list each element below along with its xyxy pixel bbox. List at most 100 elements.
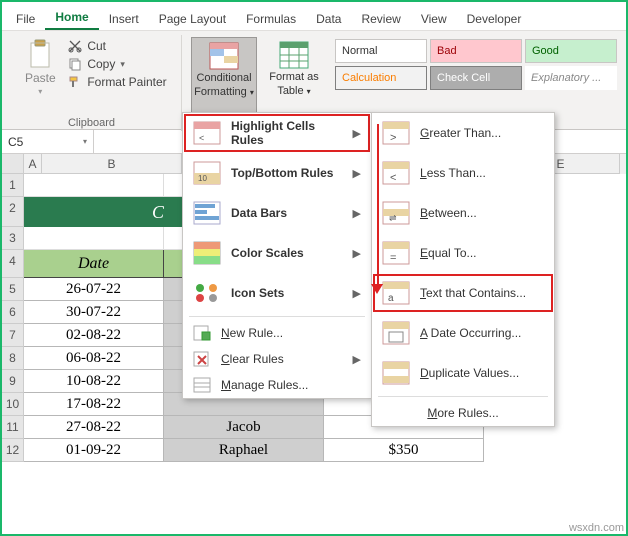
chevron-right-icon: ▶ bbox=[353, 247, 361, 260]
format-painter-button[interactable]: Format Painter bbox=[68, 75, 166, 89]
cell[interactable]: Jacob bbox=[164, 416, 324, 439]
cell[interactable]: 02-08-22 bbox=[24, 324, 164, 347]
submenu-date-occurring[interactable]: A Date Occurring... bbox=[372, 313, 554, 353]
cell[interactable]: 17-08-22 bbox=[24, 393, 164, 416]
menu-clear-rules[interactable]: Clear Rules ▶ bbox=[183, 346, 371, 372]
tab-page-layout[interactable]: Page Layout bbox=[149, 7, 236, 30]
submenu-greater-than[interactable]: > Greater Than... bbox=[372, 113, 554, 153]
cell[interactable]: 27-08-22 bbox=[24, 416, 164, 439]
style-calculation[interactable]: Calculation bbox=[335, 66, 427, 90]
style-check-cell[interactable]: Check Cell bbox=[430, 66, 522, 90]
style-explanatory[interactable]: Explanatory ... bbox=[525, 66, 617, 90]
format-painter-label: Format Painter bbox=[87, 75, 166, 89]
svg-text:⇌: ⇌ bbox=[389, 213, 397, 223]
paste-label: Paste bbox=[25, 71, 56, 85]
tab-data[interactable]: Data bbox=[306, 7, 351, 30]
menu-highlight-cells-rules[interactable]: < Highlight Cells Rules ▶ bbox=[183, 113, 371, 153]
menu-data-bars[interactable]: Data Bars ▶ bbox=[183, 193, 371, 233]
row-header[interactable]: 10 bbox=[2, 393, 24, 416]
cell[interactable] bbox=[24, 174, 164, 197]
menu-label: Icon Sets bbox=[231, 286, 284, 300]
tab-developer[interactable]: Developer bbox=[457, 7, 532, 30]
row-header[interactable]: 6 bbox=[2, 301, 24, 324]
submenu-more-rules[interactable]: More Rules... bbox=[372, 400, 554, 426]
tab-file[interactable]: File bbox=[6, 7, 45, 30]
menu-label: Data Bars bbox=[231, 206, 287, 220]
cell[interactable]: 06-08-22 bbox=[24, 347, 164, 370]
copy-button[interactable]: Copy ▾ bbox=[68, 57, 166, 71]
row-header[interactable]: 4 bbox=[2, 250, 24, 278]
chevron-down-icon: ▾ bbox=[120, 59, 125, 70]
group-clipboard: Paste ▾ Cut Copy ▾ bbox=[2, 35, 182, 131]
menu-label: Duplicate Values... bbox=[420, 366, 519, 380]
chevron-right-icon: ▶ bbox=[353, 287, 361, 300]
submenu-less-than[interactable]: < Less Than... bbox=[372, 153, 554, 193]
submenu-text-contains[interactable]: a Text that Contains... bbox=[372, 273, 554, 313]
tab-review[interactable]: Review bbox=[351, 7, 410, 30]
menu-manage-rules[interactable]: Manage Rules... bbox=[183, 372, 371, 398]
cell[interactable]: 26-07-22 bbox=[24, 278, 164, 301]
menu-separator bbox=[378, 396, 548, 397]
menu-label: More Rules... bbox=[427, 406, 498, 420]
greater-than-icon: > bbox=[382, 121, 410, 145]
title-text: C bbox=[152, 202, 164, 222]
menu-color-scales[interactable]: Color Scales ▶ bbox=[183, 233, 371, 273]
svg-text:<: < bbox=[390, 172, 396, 184]
cell[interactable]: $350 bbox=[324, 439, 484, 462]
svg-text:=: = bbox=[390, 252, 396, 264]
cell[interactable] bbox=[24, 227, 164, 250]
tab-formulas[interactable]: Formulas bbox=[236, 7, 306, 30]
cut-button[interactable]: Cut bbox=[68, 39, 166, 53]
col-header-b[interactable]: B bbox=[42, 154, 182, 174]
copy-icon bbox=[68, 57, 82, 71]
header-date[interactable]: Date bbox=[24, 250, 164, 278]
menu-label: Manage Rules... bbox=[221, 378, 308, 392]
cell[interactable]: 01-09-22 bbox=[24, 439, 164, 462]
submenu-between[interactable]: ⇌ Between... bbox=[372, 193, 554, 233]
tab-home[interactable]: Home bbox=[45, 5, 98, 30]
row-header[interactable]: 1 bbox=[2, 174, 24, 197]
menu-icon-sets[interactable]: Icon Sets ▶ bbox=[183, 273, 371, 313]
tab-view[interactable]: View bbox=[411, 7, 457, 30]
title-cell[interactable]: C bbox=[24, 197, 164, 227]
chevron-down-icon: ▾ bbox=[83, 137, 87, 146]
cell[interactable]: 30-07-22 bbox=[24, 301, 164, 324]
style-normal[interactable]: Normal bbox=[335, 39, 427, 63]
menu-label: Greater Than... bbox=[420, 126, 501, 140]
row-header[interactable]: 8 bbox=[2, 347, 24, 370]
row-header[interactable]: 2 bbox=[2, 197, 24, 227]
menu-label: Between... bbox=[420, 206, 477, 220]
style-good[interactable]: Good bbox=[525, 39, 617, 63]
row-header[interactable]: 3 bbox=[2, 227, 24, 250]
ribbon-tabs: File Home Insert Page Layout Formulas Da… bbox=[2, 2, 626, 30]
row-header[interactable]: 11 bbox=[2, 416, 24, 439]
col-header-a[interactable]: A bbox=[24, 154, 42, 174]
select-all-corner[interactable] bbox=[2, 154, 24, 174]
submenu-duplicate-values[interactable]: Duplicate Values... bbox=[372, 353, 554, 393]
submenu-equal-to[interactable]: = Equal To... bbox=[372, 233, 554, 273]
scissors-icon bbox=[68, 39, 82, 53]
chevron-down-icon: ▾ bbox=[307, 87, 311, 96]
svg-text:>: > bbox=[390, 132, 396, 144]
menu-label: Clear Rules bbox=[221, 352, 284, 366]
chevron-right-icon: ▶ bbox=[353, 207, 361, 220]
cell[interactable]: 10-08-22 bbox=[24, 370, 164, 393]
row-header[interactable]: 9 bbox=[2, 370, 24, 393]
row-header[interactable]: 7 bbox=[2, 324, 24, 347]
svg-text:10: 10 bbox=[198, 174, 207, 183]
name-box[interactable]: C5 ▾ bbox=[2, 130, 94, 153]
tab-insert[interactable]: Insert bbox=[99, 7, 149, 30]
menu-separator bbox=[189, 316, 365, 317]
style-bad[interactable]: Bad bbox=[430, 39, 522, 63]
menu-top-bottom-rules[interactable]: 10 Top/Bottom Rules ▶ bbox=[183, 153, 371, 193]
row-header[interactable]: 5 bbox=[2, 278, 24, 301]
icon-sets-icon bbox=[193, 281, 221, 305]
conditional-formatting-menu: < Highlight Cells Rules ▶ 10 Top/Bottom … bbox=[182, 112, 372, 399]
menu-new-rule[interactable]: New Rule... bbox=[183, 320, 371, 346]
paintbrush-icon bbox=[68, 75, 82, 89]
text-contains-icon: a bbox=[382, 281, 410, 305]
cell[interactable]: Raphael bbox=[164, 439, 324, 462]
chevron-right-icon: ▶ bbox=[353, 127, 361, 140]
row-header[interactable]: 12 bbox=[2, 439, 24, 462]
paste-button[interactable]: Paste ▾ bbox=[16, 37, 64, 117]
